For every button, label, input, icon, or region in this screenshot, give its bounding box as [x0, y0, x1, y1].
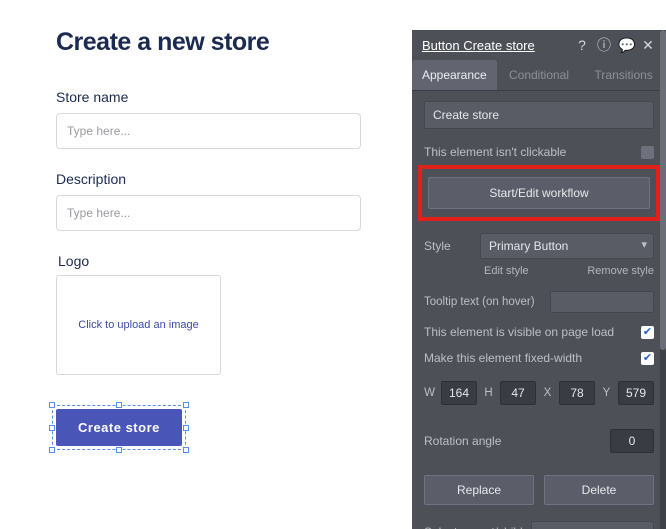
resize-handle-bm[interactable] — [116, 447, 122, 453]
fixed-width-row: Make this element fixed-width ✔ — [412, 345, 666, 371]
logo-label: Logo — [56, 253, 361, 269]
resize-handle-tl[interactable] — [49, 402, 55, 408]
workflow-highlight-box: Start/Edit workflow — [418, 165, 660, 221]
logo-uploader[interactable]: Click to upload an image — [56, 275, 221, 375]
replace-delete-row: Replace Delete — [412, 467, 666, 513]
style-label: Style — [424, 239, 472, 253]
inspector-header: Button Create store ? ⓘ 💬 ✕ — [412, 30, 666, 60]
element-label-input[interactable] — [424, 101, 654, 129]
replace-button[interactable]: Replace — [424, 475, 534, 505]
width-input[interactable] — [441, 381, 477, 405]
height-input[interactable] — [500, 381, 536, 405]
page-title: Create a new store — [56, 28, 361, 57]
info-icon[interactable]: ⓘ — [596, 35, 612, 55]
not-clickable-checkbox[interactable] — [641, 146, 654, 159]
rotation-row: Rotation angle — [412, 415, 666, 467]
h-label: H — [483, 387, 494, 399]
select-parent-dropdown[interactable] — [531, 521, 654, 529]
fixed-width-text: Make this element fixed-width — [424, 351, 633, 365]
store-name-input[interactable] — [56, 113, 361, 149]
style-sublinks: Edit style Remove style — [412, 265, 666, 285]
y-label: Y — [601, 387, 612, 399]
store-name-label: Store name — [56, 89, 361, 105]
resize-handle-mr[interactable] — [183, 425, 189, 431]
x-label: X — [542, 387, 553, 399]
start-edit-workflow-button[interactable]: Start/Edit workflow — [428, 177, 650, 209]
tab-transitions[interactable]: Transitions — [581, 60, 666, 90]
visible-on-load-row: This element is visible on page load ✔ — [412, 319, 666, 345]
tab-appearance[interactable]: Appearance — [412, 60, 497, 90]
dimensions-row: W H X Y — [412, 371, 666, 415]
x-input[interactable] — [559, 381, 595, 405]
inspector-scrollbar-thumb[interactable] — [660, 30, 666, 350]
delete-button[interactable]: Delete — [544, 475, 654, 505]
remove-style-link[interactable]: Remove style — [587, 265, 654, 277]
not-clickable-row: This element isn't clickable — [412, 139, 666, 165]
inspector-tabs: Appearance Conditional Transitions — [412, 60, 666, 91]
help-icon[interactable]: ? — [574, 37, 590, 53]
selected-element[interactable]: Create store — [56, 409, 182, 446]
description-label: Description — [56, 171, 361, 187]
comment-icon[interactable]: 💬 — [618, 37, 634, 54]
select-parent-row: Select parent/child — [412, 513, 666, 529]
inspector-panel: Button Create store ? ⓘ 💬 ✕ Appearance C… — [412, 30, 666, 529]
visible-on-load-checkbox[interactable]: ✔ — [641, 326, 654, 339]
not-clickable-text: This element isn't clickable — [424, 145, 633, 159]
style-value: Primary Button — [489, 239, 568, 253]
close-icon[interactable]: ✕ — [640, 37, 656, 54]
edit-style-link[interactable]: Edit style — [484, 265, 587, 277]
style-select[interactable]: Primary Button — [480, 233, 654, 259]
description-input[interactable] — [56, 195, 361, 231]
canvas-area: Create a new store Store name Descriptio… — [0, 0, 409, 529]
resize-handle-br[interactable] — [183, 447, 189, 453]
tab-conditional[interactable]: Conditional — [497, 60, 582, 90]
resize-handle-tr[interactable] — [183, 402, 189, 408]
uploader-text: Click to upload an image — [78, 319, 198, 331]
style-row: Style Primary Button — [412, 221, 666, 265]
resize-handle-bl[interactable] — [49, 447, 55, 453]
inspector-title[interactable]: Button Create store — [422, 38, 568, 53]
rotation-input[interactable] — [610, 429, 654, 453]
resize-handle-ml[interactable] — [49, 425, 55, 431]
visible-on-load-text: This element is visible on page load — [424, 325, 633, 339]
tooltip-input[interactable] — [550, 291, 654, 313]
rotation-label: Rotation angle — [424, 434, 610, 448]
create-store-button[interactable]: Create store — [56, 409, 182, 446]
w-label: W — [424, 387, 435, 399]
element-label-section — [412, 91, 666, 139]
y-input[interactable] — [618, 381, 654, 405]
tooltip-label: Tooltip text (on hover) — [424, 296, 542, 308]
resize-handle-tm[interactable] — [116, 402, 122, 408]
select-parent-label: Select parent/child — [424, 525, 523, 529]
fixed-width-checkbox[interactable]: ✔ — [641, 352, 654, 365]
tooltip-row: Tooltip text (on hover) — [412, 285, 666, 319]
